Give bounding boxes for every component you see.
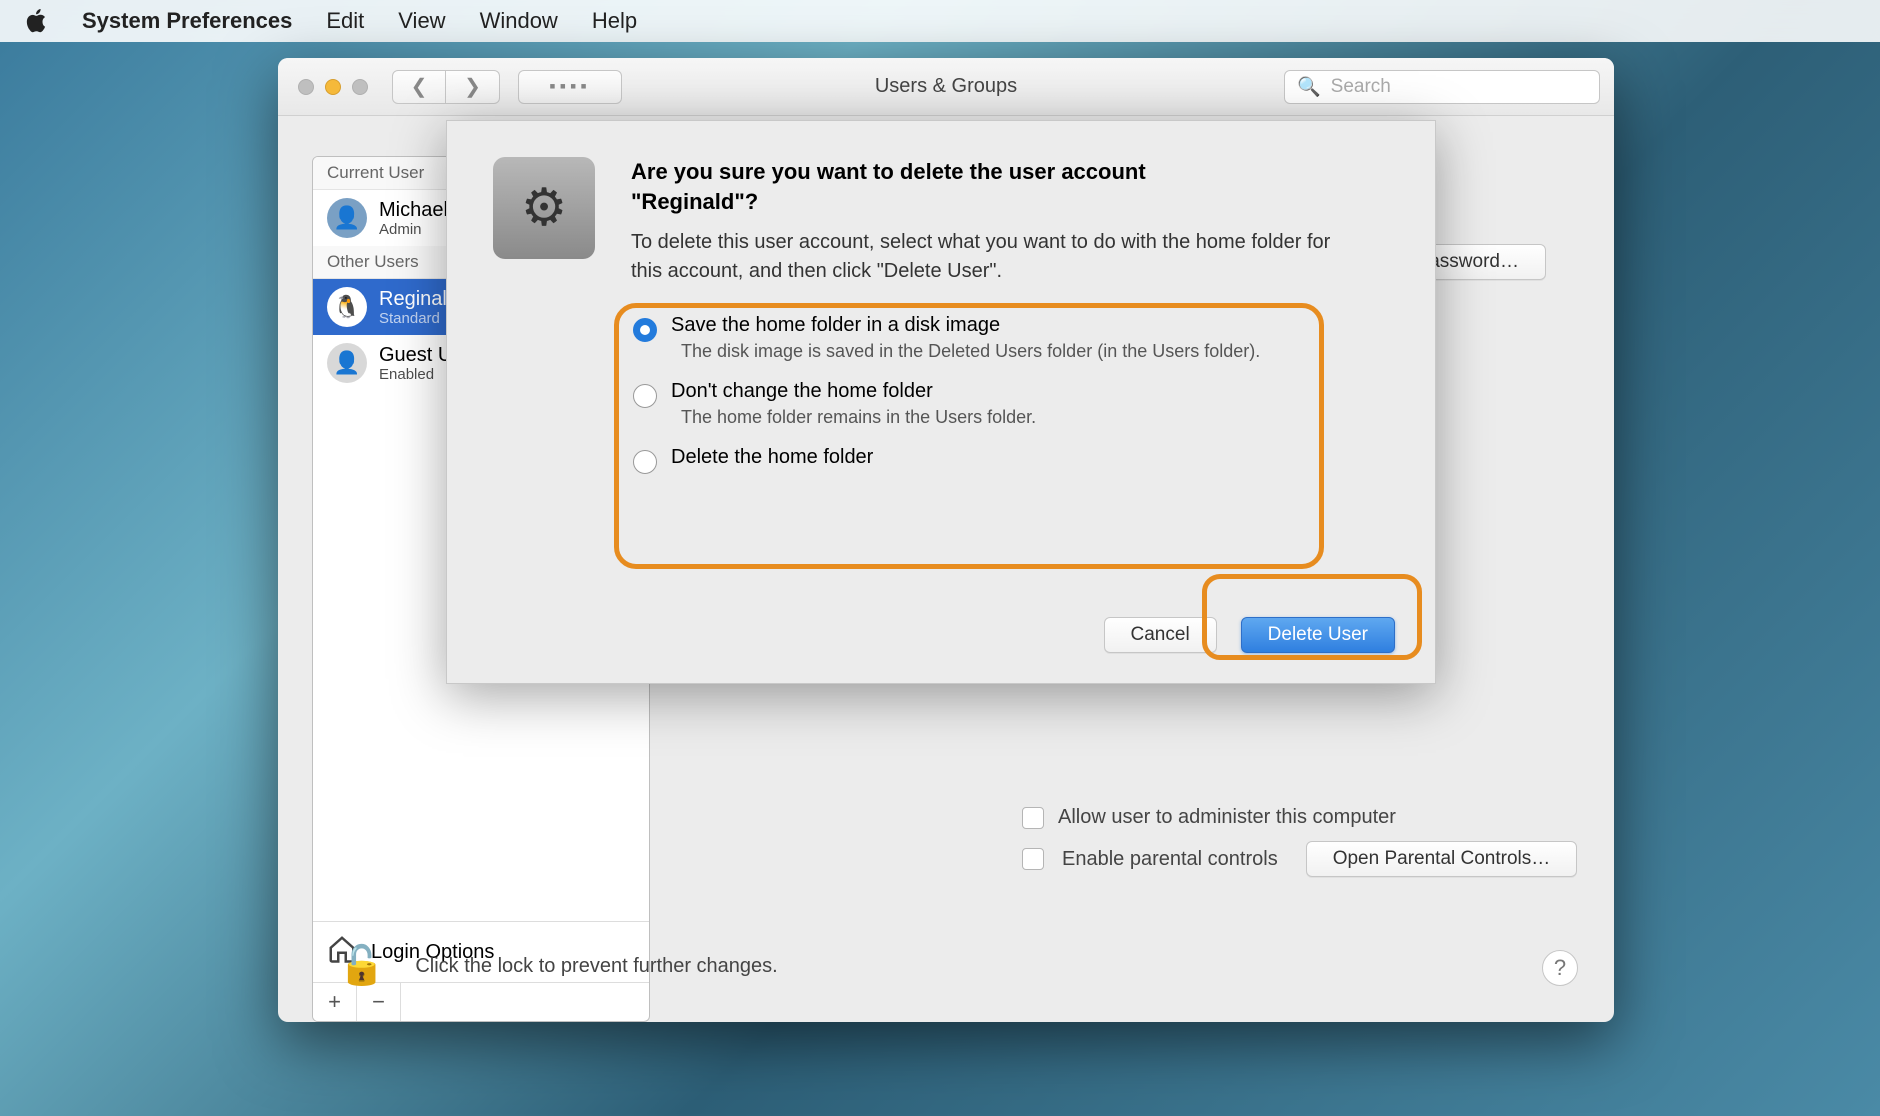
apple-menu-icon[interactable] xyxy=(24,9,48,33)
menu-window[interactable]: Window xyxy=(480,8,558,34)
menubar: System Preferences Edit View Window Help xyxy=(0,0,1880,42)
dialog-instruction: To delete this user account, select what… xyxy=(631,228,1361,286)
menu-help[interactable]: Help xyxy=(592,8,637,34)
admin-checkbox[interactable] xyxy=(1022,807,1044,829)
window-title: Users & Groups xyxy=(875,75,1017,98)
delete-user-dialog: ⚙ Are you sure you want to delete the us… xyxy=(446,120,1436,684)
option-desc: The home folder remains in the Users fol… xyxy=(671,407,1036,428)
search-input[interactable]: 🔍 Search xyxy=(1284,70,1600,104)
option-save-disk-image[interactable]: Save the home folder in a disk image The… xyxy=(633,314,1389,362)
traffic-lights xyxy=(298,79,368,95)
avatar-icon: 👤 xyxy=(327,343,367,383)
back-button[interactable]: ❮ xyxy=(392,70,446,104)
lock-row: 🔓 Click the lock to prevent further chan… xyxy=(338,944,778,988)
help-button[interactable]: ? xyxy=(1542,950,1578,986)
dialog-title: Are you sure you want to delete the user… xyxy=(631,157,1271,216)
radio-icon xyxy=(633,450,657,474)
search-icon: 🔍 xyxy=(1297,75,1321,99)
radio-icon xyxy=(633,384,657,408)
option-delete-folder[interactable]: Delete the home folder xyxy=(633,446,1389,474)
parental-label: Enable parental controls xyxy=(1062,848,1278,871)
nav-buttons: ❮ ❯ xyxy=(392,70,500,104)
home-folder-options: Save the home folder in a disk image The… xyxy=(633,314,1389,474)
option-label: Don't change the home folder xyxy=(671,380,1036,403)
remove-user-button[interactable]: − xyxy=(357,983,401,1021)
show-all-button[interactable]: ▪▪▪▪ xyxy=(518,70,622,104)
menu-edit[interactable]: Edit xyxy=(326,8,364,34)
add-user-button[interactable]: + xyxy=(313,983,357,1021)
radio-icon xyxy=(633,318,657,342)
gear-icon: ⚙ xyxy=(493,157,595,259)
lock-text: Click the lock to prevent further change… xyxy=(415,955,777,978)
admin-label: Allow user to administer this computer xyxy=(1058,806,1396,829)
titlebar: ❮ ❯ ▪▪▪▪ Users & Groups 🔍 Search xyxy=(278,58,1614,116)
open-parental-controls-button[interactable]: Open Parental Controls… xyxy=(1306,841,1578,877)
avatar-icon: 👤 xyxy=(327,198,367,238)
option-label: Delete the home folder xyxy=(671,446,873,469)
menu-view[interactable]: View xyxy=(398,8,445,34)
avatar-icon: 🐧 xyxy=(327,287,367,327)
maximize-window-icon[interactable] xyxy=(352,79,368,95)
app-name[interactable]: System Preferences xyxy=(82,8,292,34)
close-window-icon[interactable] xyxy=(298,79,314,95)
delete-user-button[interactable]: Delete User xyxy=(1241,617,1395,653)
forward-button[interactable]: ❯ xyxy=(446,70,500,104)
search-placeholder: Search xyxy=(1331,76,1391,98)
user-role: Admin xyxy=(379,221,448,238)
cancel-button[interactable]: Cancel xyxy=(1104,617,1217,653)
detail-checks: Allow user to administer this computer E… xyxy=(1022,794,1577,889)
option-label: Save the home folder in a disk image xyxy=(671,314,1260,337)
parental-checkbox[interactable] xyxy=(1022,848,1044,870)
option-dont-change[interactable]: Don't change the home folder The home fo… xyxy=(633,380,1389,428)
user-name: Michael xyxy=(379,199,448,221)
option-desc: The disk image is saved in the Deleted U… xyxy=(671,341,1260,362)
minimize-window-icon[interactable] xyxy=(325,79,341,95)
lock-icon[interactable]: 🔓 xyxy=(338,944,385,988)
